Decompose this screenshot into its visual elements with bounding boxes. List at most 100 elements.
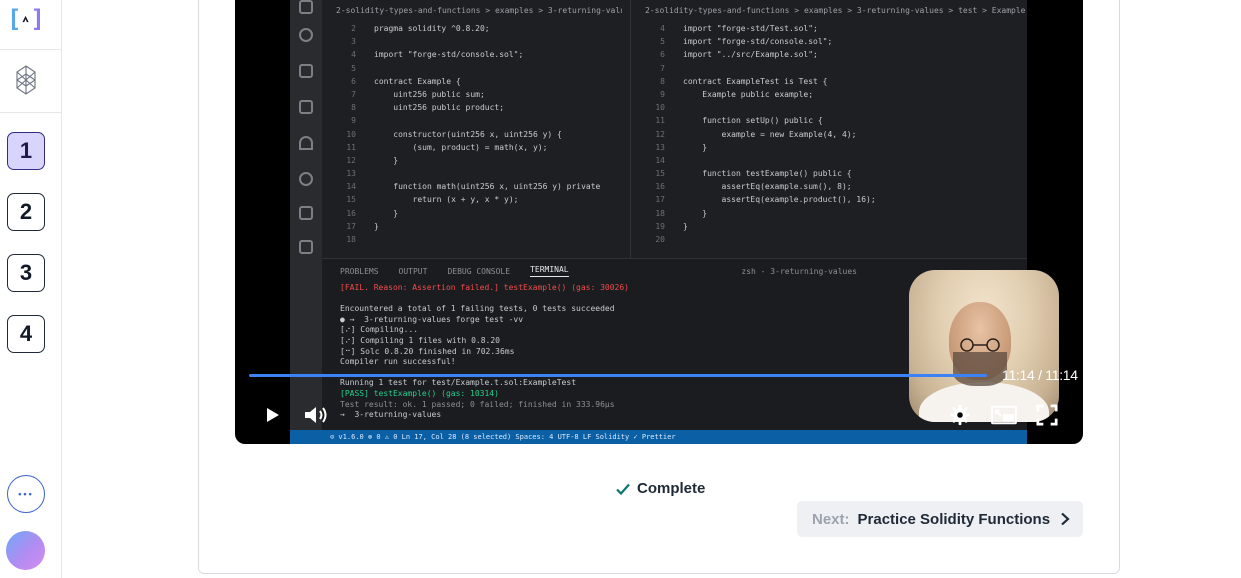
code-text: } bbox=[683, 208, 708, 218]
code-text: contract Example { bbox=[374, 76, 461, 86]
line-number: 10 bbox=[346, 129, 356, 139]
gear-icon bbox=[949, 404, 971, 426]
extensions-icon bbox=[299, 100, 313, 114]
line-number: 15 bbox=[346, 195, 356, 205]
code-line: 11 (sum, product) = math(x, y); bbox=[322, 141, 622, 154]
next-prefix: Next: bbox=[812, 510, 850, 528]
fullscreen-button[interactable] bbox=[1035, 403, 1059, 427]
chevron-right-icon bbox=[1061, 512, 1070, 526]
code-text: example = new Example(4, 4); bbox=[683, 129, 857, 139]
code-text: assertEq(example.product(), 16); bbox=[683, 195, 876, 205]
logo-mark-icon bbox=[22, 15, 30, 23]
volume-icon bbox=[305, 407, 327, 423]
line-number: 16 bbox=[346, 208, 356, 218]
code-text: } bbox=[683, 221, 688, 231]
step-button-3[interactable]: 3 bbox=[7, 254, 45, 292]
presenter-glasses bbox=[960, 338, 1000, 352]
editor-activity-bar bbox=[290, 0, 322, 430]
code-text: } bbox=[683, 142, 708, 152]
code-line: 6 contract Example { bbox=[322, 75, 622, 88]
code-text: import "forge-std/console.sol"; bbox=[374, 50, 524, 60]
settings-button[interactable] bbox=[948, 403, 972, 427]
code-line: 8 contract ExampleTest is Test { bbox=[631, 75, 1025, 88]
terminal-tab-output: OUTPUT bbox=[398, 266, 428, 276]
line-number: 9 bbox=[660, 89, 665, 99]
code-text: function setUp() public { bbox=[683, 116, 823, 126]
line-number: 6 bbox=[351, 76, 356, 86]
code-line: 18 } bbox=[631, 207, 1025, 220]
line-number: 17 bbox=[655, 195, 665, 205]
line-number: 9 bbox=[351, 116, 356, 126]
code-left: 2 pragma solidity ^0.8.20; 3 4 import "forge… bbox=[322, 22, 622, 246]
code-line: 14 bbox=[631, 154, 1025, 167]
next-lesson-button[interactable]: Next: Practice Solidity Functions bbox=[797, 501, 1083, 537]
line-number: 5 bbox=[351, 63, 356, 73]
line-number: 7 bbox=[660, 63, 665, 73]
code-line: 7 uint256 public sum; bbox=[322, 88, 622, 101]
checkmark-icon bbox=[616, 483, 630, 495]
code-text: } bbox=[374, 221, 379, 231]
picture-in-picture-button[interactable] bbox=[989, 402, 1019, 428]
line-number: 11 bbox=[655, 116, 665, 126]
code-text: import "../src/Example.sol"; bbox=[683, 50, 818, 60]
volume-button[interactable] bbox=[301, 400, 333, 430]
code-text: import "forge-std/console.sol"; bbox=[683, 37, 833, 47]
code-line: 16 assertEq(example.sum(), 8); bbox=[631, 180, 1025, 193]
code-line: 17} bbox=[322, 220, 622, 233]
line-number: 11 bbox=[346, 142, 356, 152]
step-button-1[interactable]: 1 bbox=[7, 132, 45, 170]
line-number: 8 bbox=[351, 103, 356, 113]
line-number: 4 bbox=[351, 50, 356, 60]
docker-icon bbox=[299, 172, 313, 186]
code-line: 18 bbox=[322, 233, 622, 246]
line-number: 15 bbox=[655, 169, 665, 179]
terminal-tab-debug-console: DEBUG CONSOLE bbox=[447, 266, 511, 276]
code-text: assertEq(example.sum(), 8); bbox=[683, 182, 852, 192]
code-text: function math(uint256 x, uint256 y) priv… bbox=[374, 182, 601, 192]
terminal-panel-icon bbox=[299, 240, 313, 254]
breadcrumb-right: 2-solidity-types-and-functions > example… bbox=[631, 0, 1025, 22]
line-number: 16 bbox=[655, 182, 665, 192]
line-number: 14 bbox=[346, 182, 356, 192]
step-button-4[interactable]: 4 bbox=[7, 315, 45, 353]
line-number: 5 bbox=[660, 37, 665, 47]
code-line: 4 import "forge-std/console.sol"; bbox=[322, 48, 622, 61]
code-line: 9 Example public example; bbox=[631, 88, 1025, 101]
breadcrumb-left: 2-solidity-types-and-functions > example… bbox=[322, 0, 622, 22]
play-button[interactable] bbox=[259, 402, 285, 428]
lesson-complete-status: Complete bbox=[615, 480, 705, 497]
line-number: 8 bbox=[660, 76, 665, 86]
code-line: 2 pragma solidity ^0.8.20; bbox=[322, 22, 622, 35]
video-progress-bar[interactable] bbox=[249, 374, 987, 377]
code-text: pragma solidity ^0.8.20; bbox=[374, 24, 490, 33]
video-player[interactable]: 2-solidity-types-and-functions > example… bbox=[235, 0, 1083, 444]
code-text: return (x + y, x * y); bbox=[374, 195, 519, 205]
more-dots-icon: ••• bbox=[18, 489, 34, 499]
picture-in-picture-icon bbox=[991, 405, 1017, 425]
code-line: 13 } bbox=[631, 141, 1025, 154]
next-lesson-title: Practice Solidity Functions bbox=[857, 510, 1051, 528]
code-text: } bbox=[374, 155, 399, 165]
code-text: uint256 public product; bbox=[374, 103, 505, 113]
code-line: 15 return (x + y, x * y); bbox=[322, 193, 622, 206]
code-right: 4 import "forge-std/Test.sol"; 5 import "fo… bbox=[631, 22, 1025, 246]
sidebar-divider bbox=[0, 49, 61, 50]
app-logo[interactable]: [ ] bbox=[7, 4, 45, 34]
presenter-beard bbox=[953, 352, 1007, 386]
more-options-button[interactable]: ••• bbox=[7, 475, 45, 513]
line-number: 7 bbox=[351, 89, 356, 99]
step-button-2[interactable]: 2 bbox=[7, 193, 45, 231]
course-hexagon-icon[interactable] bbox=[14, 64, 38, 96]
editor-pane-right: 2-solidity-types-and-functions > example… bbox=[630, 0, 1025, 258]
code-line: 12 example = new Example(4, 4); bbox=[631, 128, 1025, 141]
video-frame: 2-solidity-types-and-functions > example… bbox=[290, 0, 1059, 444]
tree-icon bbox=[299, 136, 313, 150]
code-text: (sum, product) = math(x, y); bbox=[374, 142, 548, 152]
line-number: 14 bbox=[655, 155, 665, 165]
code-line: 17 assertEq(example.product(), 16); bbox=[631, 193, 1025, 206]
user-avatar[interactable] bbox=[6, 531, 45, 570]
code-text: import "forge-std/Test.sol"; bbox=[683, 24, 818, 33]
terminal-title: zsh - 3-returning-values bbox=[741, 266, 857, 276]
code-text: uint256 public sum; bbox=[374, 89, 485, 99]
code-line: 5 bbox=[322, 62, 622, 75]
